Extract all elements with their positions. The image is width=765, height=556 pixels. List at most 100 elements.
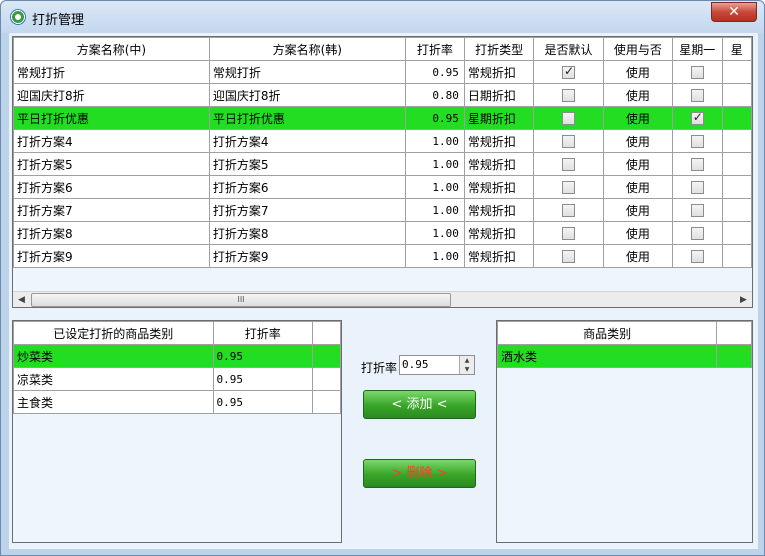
plan-row[interactable]: 平日打折优惠 平日打折优惠 0.95 星期折扣 使用 (13, 106, 752, 130)
default-checkbox[interactable] (562, 158, 576, 171)
default-checkbox[interactable] (562, 64, 576, 79)
plan-row[interactable]: 打折方案5 打折方案5 1.00 常规折扣 使用 (13, 152, 752, 176)
default-checkbox[interactable] (562, 181, 576, 194)
plan-name-ko[interactable]: 打折方案7 (208, 198, 406, 222)
assigned-rate[interactable]: 0.95 (212, 390, 314, 414)
plan-extra-cell[interactable] (721, 244, 752, 268)
plan-extra-cell[interactable] (721, 198, 752, 222)
monday-checkbox[interactable] (690, 66, 704, 79)
plan-extra-cell[interactable] (721, 175, 752, 199)
plan-use[interactable]: 使用 (602, 152, 673, 176)
add-button[interactable]: < 添加 < (363, 390, 476, 419)
assigned-category[interactable]: 炒菜类 (13, 344, 214, 368)
plan-row[interactable]: 迎国庆打8折 迎国庆打8折 0.80 日期折扣 使用 (13, 83, 752, 107)
horizontal-scrollbar[interactable]: ◀ III ▶ (13, 291, 752, 307)
plan-use[interactable]: 使用 (602, 83, 673, 107)
default-checkbox[interactable] (562, 227, 576, 240)
plan-extra-cell[interactable] (721, 83, 752, 107)
plan-rate[interactable]: 0.80 (404, 83, 465, 107)
monday-checkbox[interactable] (690, 250, 704, 263)
scroll-right-arrow-icon[interactable]: ▶ (735, 292, 752, 307)
plan-use[interactable]: 使用 (602, 244, 673, 268)
monday-checkbox[interactable] (690, 227, 704, 240)
default-checkbox[interactable] (562, 204, 576, 217)
plan-extra-cell[interactable] (721, 221, 752, 245)
plans-column-header[interactable]: 打折类型 (463, 37, 535, 61)
plan-name-zh[interactable]: 打折方案9 (13, 244, 210, 268)
available-row[interactable]: 酒水类 (497, 344, 752, 368)
plan-name-ko[interactable]: 常规打折 (208, 60, 406, 84)
assigned-category[interactable]: 主食类 (13, 390, 214, 414)
default-checkbox[interactable] (562, 135, 576, 148)
plan-use[interactable]: 使用 (602, 198, 673, 222)
plan-type[interactable]: 常规折扣 (463, 175, 535, 199)
plans-column-header[interactable]: 使用与否 (602, 37, 673, 61)
monday-checkbox[interactable] (690, 181, 704, 194)
assigned-column-header[interactable]: 打折率 (212, 321, 314, 345)
monday-checkbox[interactable] (690, 158, 704, 171)
plan-rate[interactable]: 0.95 (404, 106, 465, 130)
spin-up-icon[interactable]: ▲ (460, 356, 474, 365)
plan-type[interactable]: 常规折扣 (463, 221, 535, 245)
plan-rate[interactable]: 0.95 (404, 60, 465, 84)
plan-name-zh[interactable]: 打折方案7 (13, 198, 210, 222)
plan-rate[interactable]: 1.00 (404, 175, 465, 199)
plan-type[interactable]: 日期折扣 (463, 83, 535, 107)
monday-checkbox[interactable] (690, 135, 704, 148)
assigned-column-header[interactable]: 已设定打折的商品类别 (13, 321, 214, 345)
plan-name-zh[interactable]: 平日打折优惠 (13, 106, 210, 130)
plans-column-header[interactable]: 打折率 (404, 37, 465, 61)
plan-name-ko[interactable]: 平日打折优惠 (208, 106, 406, 130)
scroll-left-arrow-icon[interactable]: ◀ (13, 292, 30, 307)
plan-type[interactable]: 星期折扣 (463, 106, 535, 130)
monday-checkbox[interactable] (690, 89, 704, 102)
plans-column-header[interactable]: 方案名称(韩) (208, 37, 406, 61)
plan-extra-cell[interactable] (721, 60, 752, 84)
plan-type[interactable]: 常规折扣 (463, 60, 535, 84)
plan-use[interactable]: 使用 (602, 175, 673, 199)
plans-column-header[interactable]: 是否默认 (533, 37, 604, 61)
plan-rate[interactable]: 1.00 (404, 221, 465, 245)
default-checkbox[interactable] (562, 89, 576, 102)
plan-name-zh[interactable]: 常规打折 (13, 60, 210, 84)
plan-type[interactable]: 常规折扣 (463, 244, 535, 268)
plan-name-ko[interactable]: 打折方案9 (208, 244, 406, 268)
plan-name-ko[interactable]: 打折方案8 (208, 221, 406, 245)
plan-type[interactable]: 常规折扣 (463, 198, 535, 222)
delete-button[interactable]: > 删除 > (363, 459, 476, 488)
assigned-row[interactable]: 凉菜类 0.95 (13, 367, 341, 391)
plan-use[interactable]: 使用 (602, 106, 673, 130)
plan-row[interactable]: 常规打折常规打折0.95常规折扣使用 (13, 60, 752, 84)
plan-name-ko[interactable]: 打折方案6 (208, 175, 406, 199)
plan-row[interactable]: 打折方案6 打折方案6 1.00 常规折扣 使用 (13, 175, 752, 199)
plan-type[interactable]: 常规折扣 (463, 152, 535, 176)
assigned-category[interactable]: 凉菜类 (13, 367, 214, 391)
plan-name-zh[interactable]: 打折方案4 (13, 129, 210, 153)
plan-use[interactable]: 使用 (602, 129, 673, 153)
plan-name-zh[interactable]: 打折方案5 (13, 152, 210, 176)
spin-down-icon[interactable]: ▼ (460, 365, 474, 374)
title-bar[interactable]: 打折管理 ✕ (1, 1, 764, 33)
assigned-rate[interactable]: 0.95 (212, 344, 314, 368)
assigned-row[interactable]: 主食类 0.95 (13, 390, 341, 414)
close-button[interactable]: ✕ (711, 2, 757, 22)
assigned-rate[interactable]: 0.95 (212, 367, 314, 391)
plan-name-ko[interactable]: 打折方案4 (208, 129, 406, 153)
plan-rate[interactable]: 1.00 (404, 129, 465, 153)
plan-name-zh[interactable]: 打折方案6 (13, 175, 210, 199)
plan-name-zh[interactable]: 迎国庆打8折 (13, 83, 210, 107)
plan-name-ko[interactable]: 迎国庆打8折 (208, 83, 406, 107)
plan-row[interactable]: 打折方案4 打折方案4 1.00 常规折扣 使用 (13, 129, 752, 153)
plan-extra-cell[interactable] (721, 129, 752, 153)
monday-checkbox[interactable] (690, 110, 704, 125)
plan-rate[interactable]: 1.00 (404, 152, 465, 176)
available-column-header[interactable]: 商品类别 (497, 321, 718, 345)
default-checkbox[interactable] (562, 112, 576, 125)
plans-column-header[interactable]: 星 (721, 37, 752, 61)
plan-type[interactable]: 常规折扣 (463, 129, 535, 153)
plans-column-header[interactable]: 星期一 (671, 37, 723, 61)
plan-extra-cell[interactable] (721, 106, 752, 130)
available-category[interactable]: 酒水类 (497, 344, 718, 368)
plan-rate[interactable]: 1.00 (404, 198, 465, 222)
plan-row[interactable]: 打折方案9 打折方案9 1.00 常规折扣 使用 (13, 244, 752, 268)
